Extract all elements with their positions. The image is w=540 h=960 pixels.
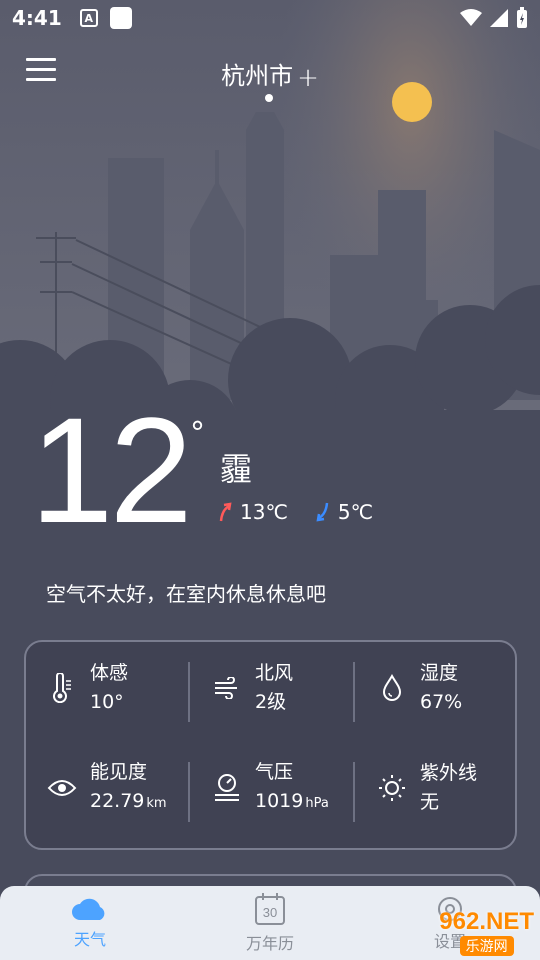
calendar-icon: 30 [255,893,285,925]
wind-item: 北风 2级 [191,648,351,728]
tab-weather-label: 天气 [73,930,106,949]
pressure-icon [215,774,239,801]
wind-icon [215,677,237,699]
current-temperature: 12 [30,386,193,554]
divider [188,662,190,722]
sun-icon [379,775,405,801]
tab-weather[interactable]: 天气 [0,886,180,960]
low-temp: 5℃ [316,500,373,524]
uv-value: 无 [420,791,440,813]
divider [353,662,355,722]
weather-details-card: 体感 10° 北风 2级 湿度 67% 能见度 22.79 km 气压 1019 hPa 紫外… [24,640,517,850]
signal-icon [490,9,508,27]
pressure-value: 1019 [255,789,304,812]
visibility-unit: km [146,795,167,811]
divider [188,762,190,822]
pressure-unit: hPa [305,795,329,811]
eye-icon [47,780,77,796]
accessibility-icon: A [79,9,98,27]
wifi-icon [460,9,482,26]
add-city-icon[interactable]: + [297,63,319,93]
tab-calendar-label: 万年历 [245,934,294,953]
thermometer-icon [53,673,71,703]
degree-symbol: ° [190,416,205,451]
tab-calendar[interactable]: 30 万年历 [180,886,360,960]
feels-like-value: 10° [90,691,124,713]
high-temp-value: 13℃ [240,500,288,524]
status-right [460,7,528,29]
status-time: 4:41 [12,6,62,30]
feels-like-label: 体感 [90,662,129,684]
visibility-label: 能见度 [90,760,148,783]
divider [353,762,355,822]
weather-tip: 空气不太好，在室内休息休息吧 [46,582,326,606]
pressure-item: 气压 1019 hPa [191,748,351,828]
humidity-item: 湿度 67% [356,648,516,728]
wind-level-value: 2级 [255,691,287,713]
uv-item: 紫外线无 [356,748,516,828]
low-arrow-icon [316,502,329,522]
status-bar: 4:41 A [0,0,540,36]
low-temp-value: 5℃ [337,500,374,524]
page-indicator-dot [265,94,273,102]
humidity-icon [382,674,402,701]
watermark-sub: 乐游网 [459,936,514,956]
feels-like-item: 体感 10° [26,648,186,728]
calendar-day: 30 [263,905,277,920]
city-selector[interactable]: 杭州市 + [0,56,540,93]
pressure-label: 气压 [255,760,294,783]
humidity-value: 67% [420,691,463,713]
watermark-logo: 962.NET 乐游网 [439,908,534,956]
visibility-item: 能见度 22.79 km [26,748,186,828]
city-name: 杭州市 [221,62,294,90]
battery-icon [517,7,527,28]
high-temp: 13℃ [218,500,288,524]
visibility-value: 22.79 [90,789,145,812]
cloud-icon [72,898,105,920]
notification-icon [109,7,132,29]
humidity-label: 湿度 [420,662,459,684]
uv-label: 紫外线 [420,762,478,784]
temperature-range: 13℃ 5℃ [218,500,401,524]
high-arrow-icon [219,502,232,522]
wind-direction-label: 北风 [255,662,294,684]
watermark-main: 962.NET [439,908,534,935]
weather-condition: 霾 [220,450,253,488]
